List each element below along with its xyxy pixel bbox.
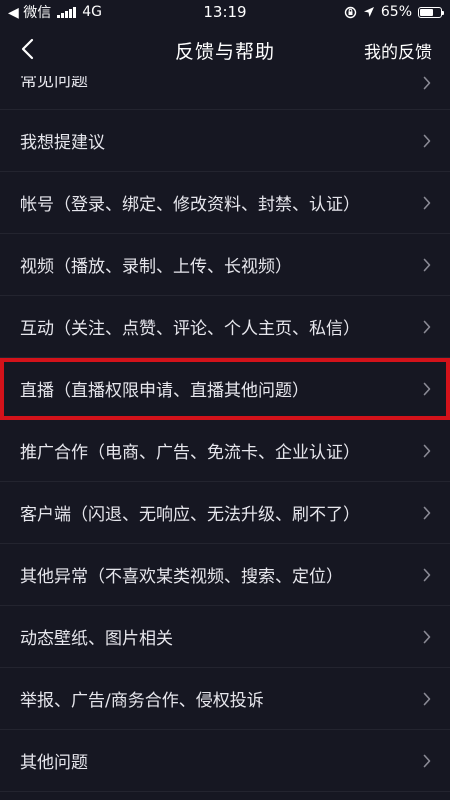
orientation-lock-icon	[344, 6, 357, 18]
help-topic-item[interactable]: 视频（播放、录制、上传、长视频）	[0, 234, 450, 296]
help-topic-label: 直播（直播权限申请、直播其他问题）	[20, 381, 309, 401]
battery-level	[420, 8, 433, 16]
help-topic-item[interactable]: 客户端（闪退、无响应、无法升级、刷不了）	[0, 482, 450, 544]
back-chevron-icon	[21, 38, 34, 60]
chevron-right-icon	[422, 629, 432, 645]
help-topic-label: 我想提建议	[20, 133, 105, 153]
help-topic-item[interactable]: 其他问题	[0, 730, 450, 792]
help-topic-item[interactable]: 帐号（登录、绑定、修改资料、封禁、认证）	[0, 172, 450, 234]
help-topic-item[interactable]: 互动（关注、点赞、评论、个人主页、私信）	[0, 296, 450, 358]
help-topic-label: 推广合作（电商、广告、免流卡、企业认证）	[20, 443, 360, 463]
chevron-right-icon	[422, 567, 432, 583]
screen: ◀ 微信 4G 13:19 65% 常见问题 我想提建议 帐号（登录、绑定、修改资料…	[0, 0, 450, 800]
help-topic-item[interactable]: 其他异常（不喜欢某类视频、搜索、定位）	[0, 544, 450, 606]
back-to-app-label[interactable]: ◀ 微信	[8, 2, 51, 22]
help-topic-list: 常见问题 我想提建议 帐号（登录、绑定、修改资料、封禁、认证） 视频（播放、录制、上传…	[0, 46, 450, 792]
battery-percent: 65%	[380, 4, 412, 20]
help-topic-item[interactable]: 直播（直播权限申请、直播其他问题）	[0, 358, 450, 420]
help-topic-label: 互动（关注、点赞、评论、个人主页、私信）	[20, 319, 360, 339]
location-icon	[363, 7, 374, 17]
help-topic-label: 动态壁纸、图片相关	[20, 629, 173, 649]
status-right: 65%	[344, 4, 444, 20]
battery-icon	[418, 6, 444, 18]
help-topic-item[interactable]: 动态壁纸、图片相关	[0, 606, 450, 668]
help-topic-label: 其他异常（不喜欢某类视频、搜索、定位）	[20, 567, 343, 587]
help-topic-label: 帐号（登录、绑定、修改资料、封禁、认证）	[20, 195, 360, 215]
signal-icon	[57, 6, 77, 18]
back-button[interactable]	[10, 32, 44, 66]
network-type: 4G	[82, 4, 102, 20]
chevron-right-icon	[422, 195, 432, 211]
chevron-right-icon	[422, 133, 432, 149]
chevron-right-icon	[422, 443, 432, 459]
help-topic-label: 视频（播放、录制、上传、长视频）	[20, 257, 292, 277]
page-title: 反馈与帮助	[174, 40, 275, 63]
chevron-right-icon	[422, 75, 432, 91]
help-topic-item[interactable]: 举报、广告/商务合作、侵权投诉	[0, 668, 450, 730]
help-topic-label: 其他问题	[20, 753, 88, 773]
nav-bar: 反馈与帮助 我的反馈	[0, 24, 450, 76]
chevron-right-icon	[422, 381, 432, 397]
help-topic-label: 客户端（闪退、无响应、无法升级、刷不了）	[20, 505, 360, 525]
chevron-right-icon	[422, 257, 432, 273]
chevron-right-icon	[422, 319, 432, 335]
help-topic-item[interactable]: 推广合作（电商、广告、免流卡、企业认证）	[0, 420, 450, 482]
chevron-right-icon	[422, 753, 432, 769]
help-topic-item[interactable]: 我想提建议	[0, 110, 450, 172]
chevron-right-icon	[422, 691, 432, 707]
chevron-right-icon	[422, 505, 432, 521]
my-feedback-button[interactable]: 我的反馈	[364, 38, 432, 63]
help-topic-label: 举报、广告/商务合作、侵权投诉	[20, 691, 264, 711]
status-left: ◀ 微信 4G	[8, 2, 102, 22]
status-bar: ◀ 微信 4G 13:19 65%	[0, 0, 450, 24]
